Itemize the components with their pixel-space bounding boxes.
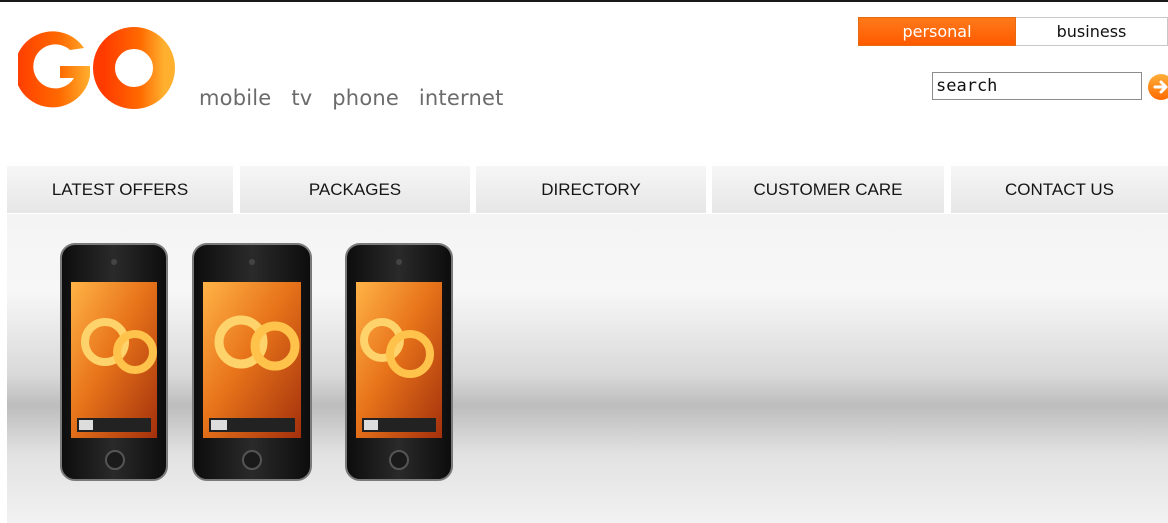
go-logo[interactable]	[14, 26, 176, 110]
search-input[interactable]	[932, 72, 1142, 100]
service-mobile[interactable]: mobile	[199, 86, 271, 110]
nav-directory[interactable]: DIRECTORY	[476, 166, 706, 213]
main-nav: LATEST OFFERS PACKAGES DIRECTORY CUSTOME…	[7, 166, 1168, 213]
service-phone[interactable]: phone	[332, 86, 399, 110]
arrow-right-circle-icon	[1153, 80, 1168, 94]
phone-image	[60, 243, 168, 481]
nav-packages[interactable]: PACKAGES	[240, 166, 470, 213]
personal-tab[interactable]: personal	[858, 17, 1016, 46]
services-tagline: mobile tv phone internet	[199, 86, 517, 110]
phone-image	[192, 243, 312, 481]
nav-latest-offers[interactable]: LATEST OFFERS	[7, 166, 233, 213]
service-internet[interactable]: internet	[419, 86, 504, 110]
hero-banner[interactable]	[7, 214, 1168, 523]
segment-toggle: personal business	[858, 17, 1168, 46]
search-go-button[interactable]	[1148, 74, 1168, 100]
service-tv[interactable]: tv	[291, 86, 312, 110]
nav-contact-us[interactable]: CONTACT US	[951, 166, 1168, 213]
nav-customer-care[interactable]: CUSTOMER CARE	[712, 166, 944, 213]
business-tab[interactable]: business	[1016, 17, 1168, 46]
go-logo-icon	[14, 27, 175, 109]
phone-image	[345, 243, 453, 481]
